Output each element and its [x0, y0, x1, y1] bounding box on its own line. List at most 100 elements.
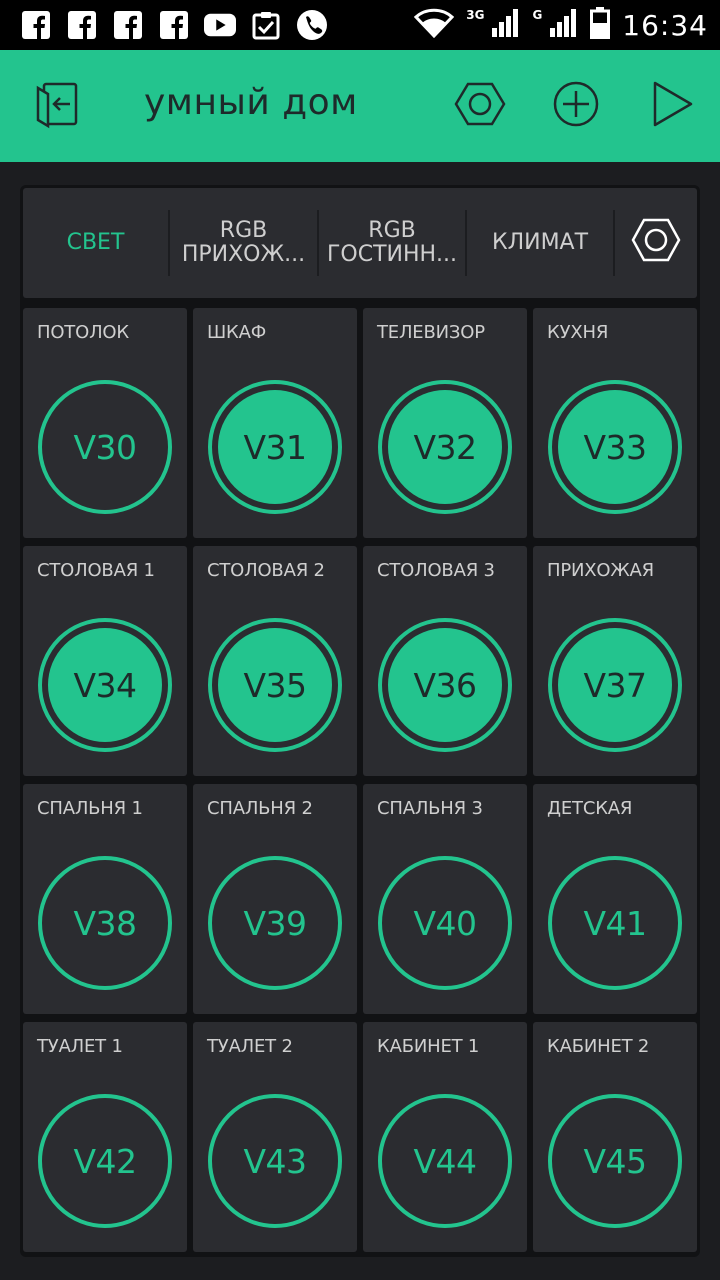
virtual-pin-label: V36	[413, 665, 477, 705]
virtual-pin-label: V32	[413, 427, 477, 467]
toggle-button[interactable]: V30	[38, 380, 172, 514]
toggle-button-face: V35	[218, 628, 332, 742]
tile-label: СТОЛОВАЯ 2	[207, 560, 325, 581]
button-tile[interactable]: ПРИХОЖАЯ V37	[533, 546, 697, 776]
button-tile[interactable]: СТОЛОВАЯ 1 V34	[23, 546, 187, 776]
toggle-button-face: V31	[218, 390, 332, 504]
virtual-pin-label: V39	[243, 903, 307, 943]
network-type-g: G	[532, 8, 543, 22]
tile-label: ШКАФ	[207, 322, 267, 343]
page-title: умный дом	[144, 82, 358, 123]
virtual-pin-label: V35	[243, 665, 307, 705]
add-widget-button[interactable]	[548, 78, 604, 134]
toggle-button[interactable]: V35	[208, 618, 342, 752]
tile-label: КАБИНЕТ 1	[377, 1036, 480, 1057]
button-tile[interactable]: КУХНЯ V33	[533, 308, 697, 538]
virtual-pin-label: V40	[413, 903, 477, 943]
tile-label: СПАЛЬНЯ 1	[37, 798, 143, 819]
toggle-button-face: V34	[48, 628, 162, 742]
facebook-icon	[20, 9, 52, 41]
toggle-button-face: V30	[48, 390, 162, 504]
tab-bar: СВЕТ RGB ПРИХОЖ... RGB ГОСТИНН... КЛИМАТ	[23, 188, 697, 298]
hexagon-nut-icon	[454, 78, 506, 134]
signal-icon	[490, 8, 520, 42]
tile-label: ТУАЛЕТ 2	[207, 1036, 293, 1057]
toggle-button-face: V43	[218, 1104, 332, 1218]
toggle-button[interactable]: V31	[208, 380, 342, 514]
toggle-button-face: V39	[218, 866, 332, 980]
button-tile[interactable]: ТУАЛЕТ 1 V42	[23, 1022, 187, 1252]
tile-label: КАБИНЕТ 2	[547, 1036, 650, 1057]
tile-label: СТОЛОВАЯ 3	[377, 560, 495, 581]
tab-svet[interactable]: СВЕТ	[23, 188, 168, 298]
tab-rgb-gostinnaya[interactable]: RGB ГОСТИНН...	[319, 188, 465, 298]
toggle-button-face: V41	[558, 866, 672, 980]
toggle-button-face: V45	[558, 1104, 672, 1218]
settings-button[interactable]	[452, 78, 508, 134]
button-tile[interactable]: СПАЛЬНЯ 2 V39	[193, 784, 357, 1014]
clock: 16:34	[622, 8, 708, 42]
facebook-icon	[66, 9, 98, 41]
button-tile[interactable]: ТЕЛЕВИЗОР V32	[363, 308, 527, 538]
tab-settings-button[interactable]	[615, 188, 697, 298]
button-tile[interactable]: ДЕТСКАЯ V41	[533, 784, 697, 1014]
notification-icons	[20, 9, 328, 41]
youtube-icon	[204, 9, 236, 41]
exit-button[interactable]	[28, 78, 84, 134]
toggle-button[interactable]: V37	[548, 618, 682, 752]
status-bar: 3G G 16:34	[0, 0, 720, 50]
virtual-pin-label: V37	[583, 665, 647, 705]
toggle-button[interactable]: V43	[208, 1094, 342, 1228]
toggle-button[interactable]: V38	[38, 856, 172, 990]
button-tile[interactable]: СТОЛОВАЯ 3 V36	[363, 546, 527, 776]
button-tile[interactable]: СПАЛЬНЯ 1 V38	[23, 784, 187, 1014]
virtual-pin-label: V41	[583, 903, 647, 943]
tile-label: ТУАЛЕТ 1	[37, 1036, 123, 1057]
virtual-pin-label: V33	[583, 427, 647, 467]
toggle-button[interactable]: V40	[378, 856, 512, 990]
tile-label: ДЕТСКАЯ	[547, 798, 633, 819]
toggle-button-face: V37	[558, 628, 672, 742]
virtual-pin-label: V45	[583, 1141, 647, 1181]
wifi-icon	[414, 8, 455, 42]
toggle-button-face: V40	[388, 866, 502, 980]
play-icon	[649, 79, 695, 133]
toggle-button-face: V32	[388, 390, 502, 504]
virtual-pin-label: V30	[73, 427, 137, 467]
button-tile[interactable]: ШКАФ V31	[193, 308, 357, 538]
toggle-button[interactable]: V44	[378, 1094, 512, 1228]
toggle-button-face: V36	[388, 628, 502, 742]
toggle-button[interactable]: V33	[548, 380, 682, 514]
button-tile[interactable]: ПОТОЛОК V30	[23, 308, 187, 538]
toggle-button-face: V38	[48, 866, 162, 980]
virtual-pin-label: V31	[243, 427, 307, 467]
network-type-3g: 3G	[466, 8, 485, 22]
virtual-pin-label: V42	[73, 1141, 137, 1181]
button-tile[interactable]: КАБИНЕТ 1 V44	[363, 1022, 527, 1252]
toggle-button[interactable]: V36	[378, 618, 512, 752]
virtual-pin-label: V34	[73, 665, 137, 705]
toggle-button[interactable]: V45	[548, 1094, 682, 1228]
plus-circle-icon	[551, 79, 601, 133]
toggle-button[interactable]: V42	[38, 1094, 172, 1228]
toggle-button[interactable]: V39	[208, 856, 342, 990]
app-bar: умный дом	[0, 50, 720, 162]
play-button[interactable]	[644, 78, 700, 134]
tile-label: ПОТОЛОК	[37, 322, 129, 343]
tile-label: СПАЛЬНЯ 3	[377, 798, 483, 819]
clipboard-check-icon	[250, 9, 282, 41]
button-tile[interactable]: СТОЛОВАЯ 2 V35	[193, 546, 357, 776]
tab-klimat[interactable]: КЛИМАТ	[467, 188, 613, 298]
button-tile[interactable]: ТУАЛЕТ 2 V43	[193, 1022, 357, 1252]
button-tile[interactable]: КАБИНЕТ 2 V45	[533, 1022, 697, 1252]
button-tile[interactable]: СПАЛЬНЯ 3 V40	[363, 784, 527, 1014]
tile-label: ТЕЛЕВИЗОР	[377, 322, 485, 343]
toggle-button-face: V44	[388, 1104, 502, 1218]
exit-icon	[30, 78, 82, 134]
battery-icon	[590, 7, 611, 43]
toggle-button[interactable]: V34	[38, 618, 172, 752]
tab-rgb-prikhozhaya[interactable]: RGB ПРИХОЖ...	[170, 188, 317, 298]
toggle-button[interactable]: V41	[548, 856, 682, 990]
toggle-button[interactable]: V32	[378, 380, 512, 514]
virtual-pin-label: V38	[73, 903, 137, 943]
